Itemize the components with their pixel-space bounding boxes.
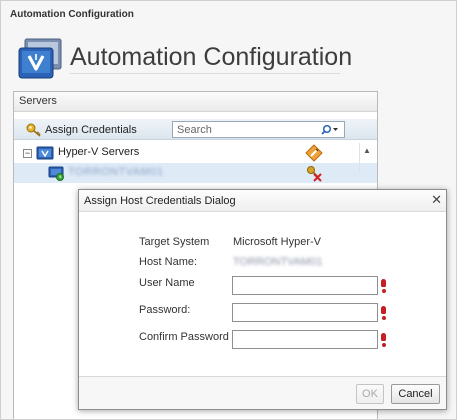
dialog-titlebar: Assign Host Credentials Dialog ✕ (79, 190, 446, 212)
tree-item-server[interactable]: TORRONTVAM01 (14, 163, 377, 183)
assign-host-credentials-dialog: Assign Host Credentials Dialog ✕ Target … (78, 189, 447, 410)
servers-toolbar: Assign Credentials (14, 119, 377, 140)
password-label: Password: (139, 304, 191, 316)
target-system-value: Microsoft Hyper-V (233, 236, 322, 248)
servers-panel-title: Servers (14, 92, 377, 112)
confirm-password-label: Confirm Password (139, 331, 229, 343)
magnifier-icon (321, 124, 338, 135)
host-name-value: TORRONTVAM01 (233, 256, 323, 268)
assign-credentials-button[interactable]: Assign Credentials (26, 121, 137, 138)
edit-credentials-icon[interactable] (305, 144, 323, 162)
tree-item-label: Hyper-V Servers (58, 146, 140, 158)
scroll-up-arrow-icon[interactable]: ▲ (363, 146, 371, 155)
key-icon (26, 123, 41, 137)
target-system-label: Target System (139, 236, 210, 248)
dialog-title: Assign Host Credentials Dialog (84, 195, 236, 207)
password-field[interactable] (232, 303, 378, 322)
collapse-toggle[interactable]: − (23, 149, 32, 158)
ok-button[interactable]: OK (356, 384, 384, 404)
server-node-icon (48, 166, 64, 181)
user-name-label: User Name (139, 277, 195, 289)
user-name-field[interactable] (232, 276, 378, 295)
required-icon (380, 333, 388, 347)
server-tree: − Hyper-V Servers TORRONTVAM01 (14, 143, 377, 183)
dialog-footer: OK Cancel (79, 376, 446, 409)
window-title: Automation Configuration (0, 0, 457, 32)
required-icon (380, 306, 388, 320)
tree-scrollbar[interactable]: ▲ (359, 143, 373, 173)
tree-item-label: TORRONTVAM01 (68, 166, 164, 178)
search-button[interactable] (316, 123, 342, 136)
search-input[interactable] (173, 122, 313, 137)
host-name-label: Host Name: (139, 256, 198, 268)
assign-credentials-label: Assign Credentials (45, 123, 137, 136)
no-credentials-icon[interactable] (305, 164, 323, 182)
cancel-button[interactable]: Cancel (391, 384, 440, 404)
search-box[interactable] (172, 121, 345, 138)
close-icon[interactable]: ✕ (431, 193, 442, 207)
tree-item-hyperv-servers[interactable]: − Hyper-V Servers (14, 143, 377, 163)
page-title: Automation Configuration (70, 40, 352, 74)
hyperv-servers-icon (36, 146, 54, 160)
automation-app-icon (18, 38, 62, 79)
confirm-password-field[interactable] (232, 330, 378, 349)
required-icon (380, 279, 388, 293)
